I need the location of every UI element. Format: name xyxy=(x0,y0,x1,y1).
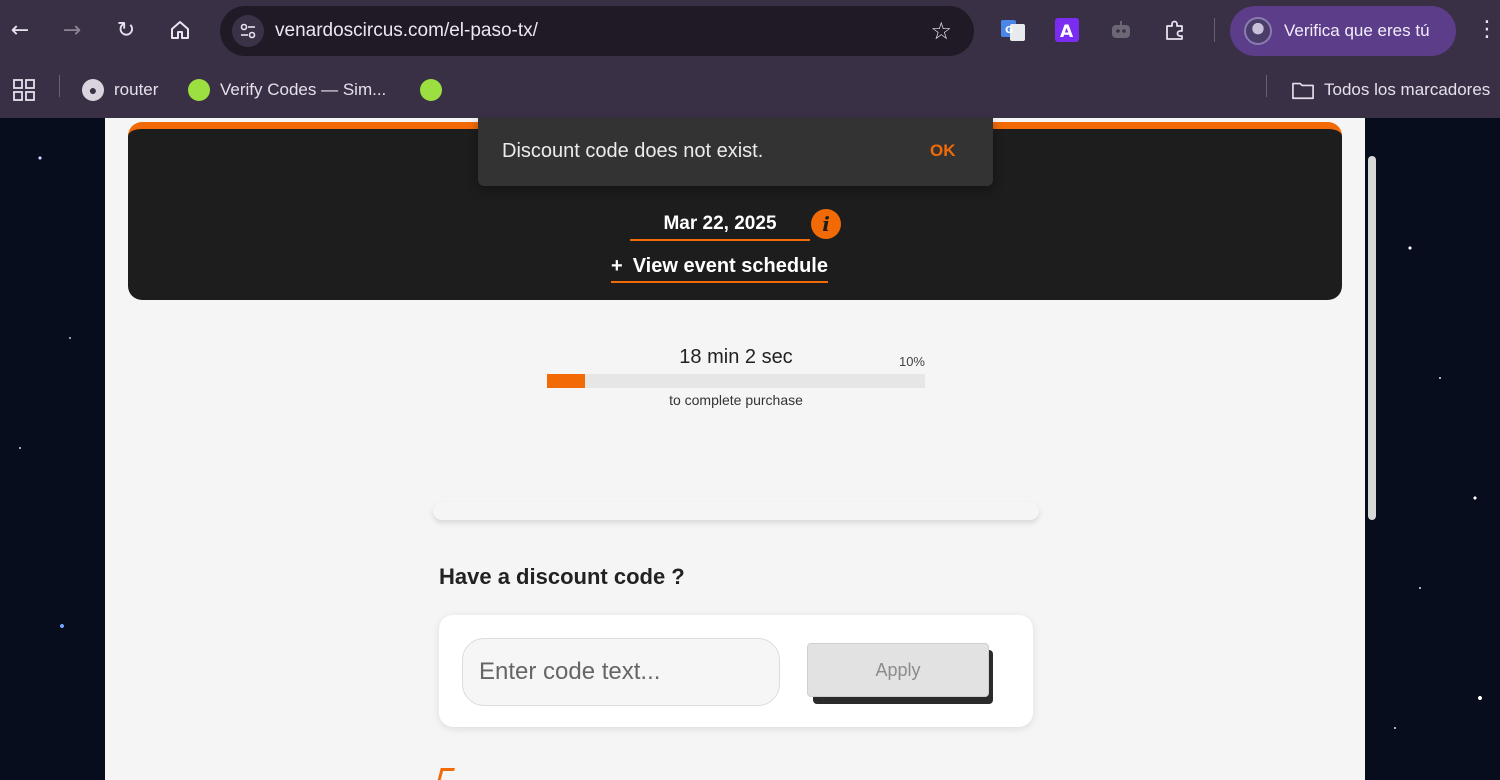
all-bookmarks[interactable]: Todos los marcadores xyxy=(1292,74,1490,106)
svg-text:G: G xyxy=(1005,25,1013,36)
home-button[interactable] xyxy=(164,14,196,46)
forward-button[interactable]: → xyxy=(56,14,88,46)
browser-toolbar: ← → ↻ venardoscircus.com/el-paso-tx/ ☆ G… xyxy=(0,0,1500,62)
checkout-page: Mar 22, 2025 i + View event schedule 18 m… xyxy=(105,118,1365,780)
info-icon[interactable]: i xyxy=(811,209,841,239)
event-date-row: Mar 22, 2025 i xyxy=(128,209,1342,249)
google-translate-icon[interactable]: G xyxy=(999,16,1027,44)
bookmark-verify-codes[interactable]: Verify Codes — Sim... xyxy=(188,74,386,106)
avatar xyxy=(1244,17,1272,45)
profile-button[interactable]: Verifica que eres tú xyxy=(1230,6,1456,56)
leaf-icon xyxy=(188,79,210,101)
timer-caption: to complete purchase xyxy=(669,392,803,408)
plus-icon: + xyxy=(611,255,623,277)
event-date[interactable]: Mar 22, 2025 xyxy=(630,209,810,241)
all-bookmarks-label: Todos los marcadores xyxy=(1324,80,1491,99)
snackbar-ok-button[interactable]: OK xyxy=(922,135,964,167)
page-viewport: Mar 22, 2025 i + View event schedule 18 m… xyxy=(0,118,1500,780)
bookmark-third[interactable] xyxy=(420,74,452,106)
bookmark-label: Verify Codes — Sim... xyxy=(220,80,387,99)
view-schedule-label: View event schedule xyxy=(632,255,828,277)
site-settings-icon[interactable] xyxy=(232,15,264,47)
arrow-left-icon: ← xyxy=(10,17,30,43)
browser-chrome: ← → ↻ venardoscircus.com/el-paso-tx/ ☆ G… xyxy=(0,0,1500,118)
page-scrollbar[interactable] xyxy=(1366,118,1378,780)
partial-heading-glyph xyxy=(437,768,455,780)
arrow-right-icon: → xyxy=(62,17,82,43)
snackbar-message: Discount code does not exist. xyxy=(502,140,764,162)
bookmarks-separator xyxy=(59,75,60,97)
extension-a-icon[interactable]: A xyxy=(1053,16,1081,44)
robot-extension-icon[interactable] xyxy=(1107,16,1135,44)
progress-track xyxy=(547,374,925,388)
scrollbar-thumb[interactable] xyxy=(1368,156,1376,520)
discount-heading: Have a discount code ? xyxy=(439,564,685,589)
folder-icon xyxy=(1292,82,1314,100)
discount-code-input[interactable] xyxy=(462,638,780,706)
home-icon xyxy=(171,21,189,39)
bookmark-star-icon[interactable]: ☆ xyxy=(930,18,952,44)
error-snackbar: Discount code does not exist. OK xyxy=(478,118,993,186)
extensions-puzzle-icon[interactable] xyxy=(1161,16,1189,44)
reload-button[interactable]: ↻ xyxy=(110,14,142,46)
globe-icon: ● xyxy=(82,79,104,101)
profile-label: Verifica que eres tú xyxy=(1284,21,1430,40)
time-remaining: 18 min 2 sec xyxy=(679,346,793,368)
url-text[interactable]: venardoscircus.com/el-paso-tx/ xyxy=(275,6,538,56)
progress-percent: 10% xyxy=(898,354,925,369)
bookmark-router[interactable]: ● router xyxy=(82,74,158,106)
reload-icon: ↻ xyxy=(116,17,136,43)
purchase-timer: 18 min 2 sec 10% to complete purchase xyxy=(547,342,925,412)
svg-text:A: A xyxy=(1060,22,1074,42)
bookmarks-bar: ● router Verify Codes — Sim... Todos los… xyxy=(0,62,1500,118)
apply-button[interactable]: Apply xyxy=(807,643,989,697)
leaf-icon xyxy=(420,79,442,101)
address-bar[interactable]: venardoscircus.com/el-paso-tx/ ☆ xyxy=(220,6,974,56)
view-schedule-link[interactable]: + View event schedule xyxy=(611,251,828,283)
collapsed-panel xyxy=(433,502,1039,520)
back-button[interactable]: ← xyxy=(4,14,36,46)
apps-grid-icon[interactable] xyxy=(12,74,36,106)
browser-menu-icon[interactable]: ⋮ xyxy=(1476,16,1498,44)
progress-fill xyxy=(547,374,585,388)
bookmarks-separator xyxy=(1266,75,1267,97)
discount-card: Apply xyxy=(439,615,1033,727)
bookmark-label: router xyxy=(114,80,159,99)
toolbar-separator xyxy=(1214,18,1215,42)
